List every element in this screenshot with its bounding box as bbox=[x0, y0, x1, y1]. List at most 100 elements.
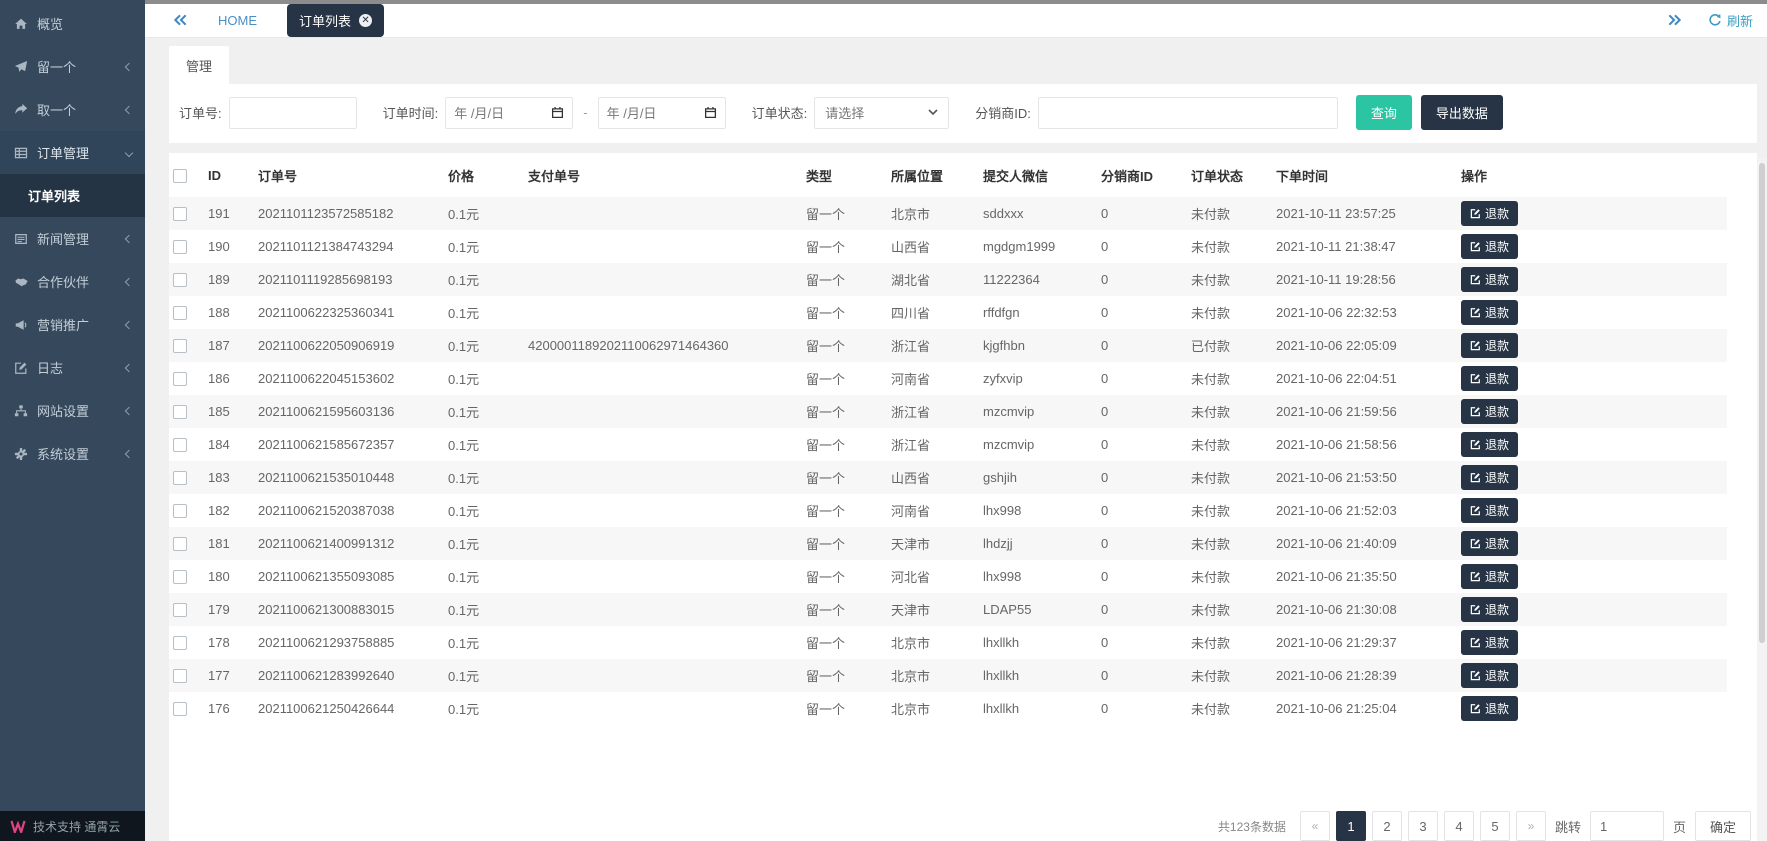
row-checkbox[interactable] bbox=[173, 570, 187, 584]
cell-wechat: lhx998 bbox=[979, 494, 1097, 527]
tab-order-list[interactable]: 订单列表 ✕ bbox=[287, 4, 384, 37]
pagination-page-3[interactable]: 3 bbox=[1408, 811, 1438, 841]
row-checkbox[interactable] bbox=[173, 306, 187, 320]
refund-button[interactable]: 退款 bbox=[1461, 333, 1518, 358]
row-checkbox-cell bbox=[169, 659, 204, 692]
refund-button[interactable]: 退款 bbox=[1461, 399, 1518, 424]
row-checkbox[interactable] bbox=[173, 669, 187, 683]
export-button[interactable]: 导出数据 bbox=[1421, 95, 1503, 130]
cell-actions: 退款 bbox=[1457, 461, 1727, 494]
row-checkbox[interactable] bbox=[173, 636, 187, 650]
cell-pay-no bbox=[524, 428, 802, 461]
cell-location: 北京市 bbox=[887, 659, 979, 692]
cell-time: 2021-10-06 21:59:56 bbox=[1272, 395, 1457, 428]
edit-icon bbox=[1470, 340, 1481, 351]
table-header-row: ID订单号价格支付单号类型所属位置提交人微信分销商ID订单状态下单时间操作 bbox=[169, 153, 1727, 197]
table-row: 180 2021100621355093085 0.1元 留一个 河北省 lhx… bbox=[169, 560, 1727, 593]
sidebar-item-qu-yi-ge[interactable]: 取一个 bbox=[0, 88, 145, 131]
select-all-checkbox[interactable] bbox=[173, 169, 187, 183]
sidebar-item-system-settings[interactable]: 系统设置 bbox=[0, 432, 145, 475]
refund-button[interactable]: 退款 bbox=[1461, 696, 1518, 721]
row-checkbox[interactable] bbox=[173, 372, 187, 386]
cell-id: 190 bbox=[204, 230, 254, 263]
row-checkbox[interactable] bbox=[173, 273, 187, 287]
vertical-scrollbar[interactable] bbox=[1757, 158, 1767, 841]
tab-manage[interactable]: 管理 bbox=[169, 46, 229, 84]
pagination-page-label: 页 bbox=[1673, 817, 1686, 836]
search-button[interactable]: 查询 bbox=[1356, 95, 1412, 130]
row-checkbox[interactable] bbox=[173, 603, 187, 617]
refund-button[interactable]: 退款 bbox=[1461, 366, 1518, 391]
row-checkbox[interactable] bbox=[173, 207, 187, 221]
cell-pay-no bbox=[524, 560, 802, 593]
chevron-icon bbox=[125, 363, 133, 371]
refund-button[interactable]: 退款 bbox=[1461, 267, 1518, 292]
cell-time: 2021-10-11 21:38:47 bbox=[1272, 230, 1457, 263]
order-time-start-input[interactable]: 年 /月/日 bbox=[445, 97, 573, 129]
order-status-select[interactable]: 请选择 bbox=[814, 97, 949, 129]
refund-button[interactable]: 退款 bbox=[1461, 663, 1518, 688]
scrollbar-thumb[interactable] bbox=[1759, 163, 1765, 643]
pagination-next-button[interactable]: » bbox=[1516, 811, 1546, 841]
distributor-id-label: 分销商ID: bbox=[975, 103, 1031, 122]
refresh-button[interactable]: 刷新 bbox=[1708, 11, 1753, 30]
cell-actions: 退款 bbox=[1457, 230, 1727, 263]
sidebar-item-liu-yi-ge[interactable]: 留一个 bbox=[0, 45, 145, 88]
distributor-id-input[interactable] bbox=[1038, 97, 1338, 129]
cell-status: 未付款 bbox=[1187, 395, 1272, 428]
pagination-jump-input[interactable] bbox=[1590, 811, 1664, 841]
content-area: 管理 订单号: 订单时间: 年 /月/日 - 年 /月/日 bbox=[145, 38, 1767, 841]
refund-button[interactable]: 退款 bbox=[1461, 201, 1518, 226]
refund-button[interactable]: 退款 bbox=[1461, 465, 1518, 490]
refund-button[interactable]: 退款 bbox=[1461, 597, 1518, 622]
sidebar-item-overview[interactable]: 概览 bbox=[0, 2, 145, 45]
chevron-icon bbox=[125, 320, 133, 328]
order-no-input[interactable] bbox=[229, 97, 357, 129]
pagination-confirm-button[interactable]: 确定 bbox=[1695, 811, 1751, 841]
refund-button[interactable]: 退款 bbox=[1461, 300, 1518, 325]
cell-order-no: 2021100621283992640 bbox=[254, 659, 444, 692]
cell-status: 未付款 bbox=[1187, 362, 1272, 395]
refund-button[interactable]: 退款 bbox=[1461, 432, 1518, 457]
row-checkbox[interactable] bbox=[173, 702, 187, 716]
sidebar-item-logs[interactable]: 日志 bbox=[0, 346, 145, 389]
refund-button[interactable]: 退款 bbox=[1461, 531, 1518, 556]
row-checkbox[interactable] bbox=[173, 240, 187, 254]
row-checkbox[interactable] bbox=[173, 339, 187, 353]
refund-button[interactable]: 退款 bbox=[1461, 630, 1518, 655]
cell-id: 178 bbox=[204, 626, 254, 659]
row-checkbox[interactable] bbox=[173, 537, 187, 551]
refund-button[interactable]: 退款 bbox=[1461, 234, 1518, 259]
pagination-page-2[interactable]: 2 bbox=[1372, 811, 1402, 841]
cell-id: 185 bbox=[204, 395, 254, 428]
sidebar-item-marketing[interactable]: 营销推广 bbox=[0, 303, 145, 346]
cell-distributor-id: 0 bbox=[1097, 494, 1187, 527]
pagination-page-4[interactable]: 4 bbox=[1444, 811, 1474, 841]
order-time-end-input[interactable]: 年 /月/日 bbox=[598, 97, 726, 129]
row-checkbox[interactable] bbox=[173, 438, 187, 452]
pagination-page-1[interactable]: 1 bbox=[1336, 811, 1366, 841]
pagination-page-5[interactable]: 5 bbox=[1480, 811, 1510, 841]
pagination-prev-button[interactable]: « bbox=[1300, 811, 1330, 841]
row-checkbox[interactable] bbox=[173, 471, 187, 485]
tab-close-icon[interactable]: ✕ bbox=[359, 14, 372, 27]
cell-time: 2021-10-06 21:58:56 bbox=[1272, 428, 1457, 461]
cell-pay-no bbox=[524, 197, 802, 230]
tab-home[interactable]: HOME bbox=[218, 13, 257, 28]
sidebar-item-order-manage[interactable]: 订单管理 bbox=[0, 131, 145, 174]
tabs-scroll-left-icon[interactable] bbox=[173, 13, 188, 27]
refund-button[interactable]: 退款 bbox=[1461, 498, 1518, 523]
row-checkbox[interactable] bbox=[173, 504, 187, 518]
cell-wechat: lhxllkh bbox=[979, 659, 1097, 692]
tabs-scroll-right-icon[interactable] bbox=[1667, 13, 1682, 27]
cell-pay-no bbox=[524, 263, 802, 296]
sidebar-item-site-settings[interactable]: 网站设置 bbox=[0, 389, 145, 432]
sidebar-item-news-manage[interactable]: 新闻管理 bbox=[0, 217, 145, 260]
sidebar-item-partners[interactable]: 合作伙伴 bbox=[0, 260, 145, 303]
row-checkbox[interactable] bbox=[173, 405, 187, 419]
cell-price: 0.1元 bbox=[444, 659, 524, 692]
sidebar-item-order-list[interactable]: 订单列表 bbox=[0, 174, 145, 217]
refund-button[interactable]: 退款 bbox=[1461, 564, 1518, 589]
column-header: 价格 bbox=[444, 153, 524, 197]
refresh-icon bbox=[1708, 13, 1722, 27]
